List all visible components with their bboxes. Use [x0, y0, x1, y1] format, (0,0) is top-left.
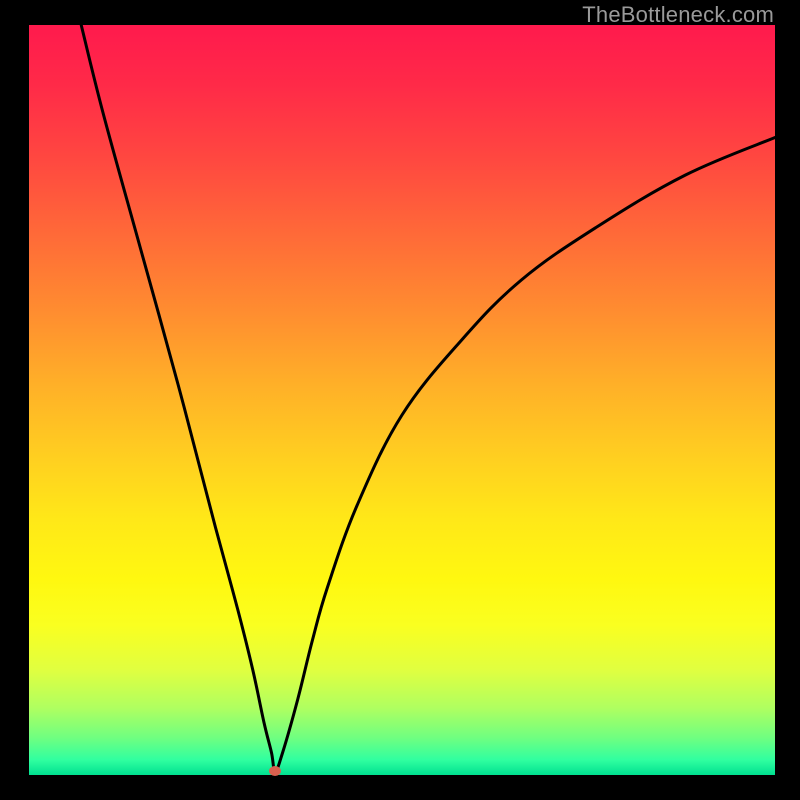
- curve-svg: [29, 25, 775, 775]
- minimum-marker: [269, 766, 281, 776]
- plot-area: [29, 25, 775, 775]
- chart-container: TheBottleneck.com: [0, 0, 800, 800]
- bottleneck-curve-path: [81, 25, 775, 771]
